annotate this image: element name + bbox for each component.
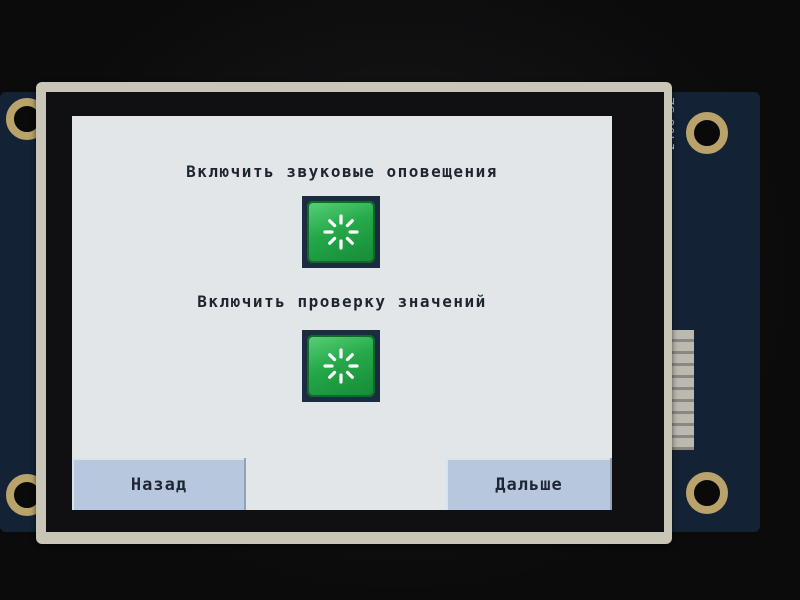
photo-scene: 2408-SZ Включить звуковые оповещения — [0, 0, 800, 600]
back-button[interactable]: Назад — [72, 458, 246, 510]
value-check-toggle-face — [307, 335, 375, 397]
loading-spinner-icon — [323, 214, 359, 250]
value-check-label: Включить проверку значений — [197, 292, 487, 311]
loading-spinner-icon — [323, 348, 359, 384]
mount-hole-top-right — [686, 112, 728, 154]
lcd-screen: Включить звуковые оповещения Включить пр… — [72, 116, 612, 510]
sound-alerts-toggle[interactable] — [302, 196, 380, 268]
value-check-toggle[interactable] — [302, 330, 380, 402]
mount-hole-bottom-right — [686, 472, 728, 514]
next-button[interactable]: Дальше — [446, 458, 612, 510]
sound-alerts-label: Включить звуковые оповещения — [186, 162, 498, 181]
sound-alerts-toggle-face — [307, 201, 375, 263]
